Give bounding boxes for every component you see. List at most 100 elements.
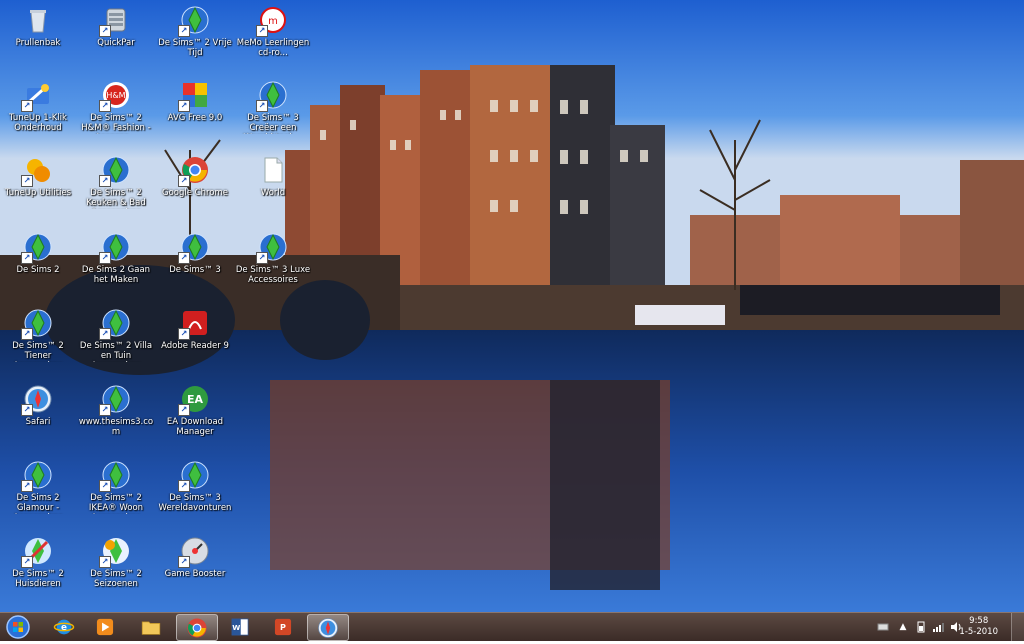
- desktop-icon[interactable]: ↗ De Sims™ 2 Seizoenen: [78, 536, 154, 608]
- windows-logo-icon: [6, 615, 30, 639]
- desktop-icon[interactable]: ↗ Adobe Reader 9: [157, 308, 233, 380]
- shortcut-arrow-icon: ↗: [99, 556, 111, 568]
- taskbar-word[interactable]: W: [220, 614, 260, 639]
- desktop-icon-label: QuickPar: [97, 38, 135, 48]
- desktop-icon-label: De Sims™ 3 Creëer een Wereld tool ...: [243, 113, 302, 134]
- taskbar-internet-explorer[interactable]: e: [44, 614, 84, 639]
- desktop-icon-label: TuneUp Utilities: [4, 188, 72, 198]
- shortcut-arrow-icon: ↗: [178, 328, 190, 340]
- battery-icon[interactable]: [915, 621, 927, 633]
- shortcut-arrow-icon: ↗: [99, 328, 111, 340]
- desktop-icon[interactable]: ↗ De Sims™ 2 Huisdieren: [0, 536, 76, 608]
- start-button[interactable]: [3, 614, 33, 640]
- taskbar-media-player[interactable]: [85, 614, 125, 639]
- folder-icon: [141, 621, 161, 635]
- sims-seasons-icon: ↗: [99, 536, 131, 568]
- desktop-icon[interactable]: ↗De Sims 2 Glamour - Accessoires: [0, 460, 76, 532]
- desktop-icon[interactable]: EA ↗ EA Download Manager: [157, 384, 233, 456]
- sims-plumbob-icon: ↗: [178, 460, 210, 492]
- desktop-icon[interactable]: ↗ De Sims™ 2 Vrije Tijd: [157, 5, 233, 77]
- internet-explorer-icon: e: [53, 619, 75, 634]
- shortcut-arrow-icon: ↗: [178, 556, 190, 568]
- desktop-icon-label: Game Booster: [164, 569, 226, 579]
- sims-hm-icon: H&M ↗: [99, 80, 131, 112]
- desktop-icon[interactable]: ↗De Sims™ 2 Tiener Accessoires: [0, 308, 76, 380]
- desktop-icon-label: De Sims™ 2 Tiener Accessoires: [12, 341, 64, 362]
- desktop-icon[interactable]: ↗De Sims™ 2 Keuken & Bad Accessoires: [78, 155, 154, 227]
- sims-plumbob-icon: ↗: [21, 308, 53, 340]
- desktop-icon-label: De Sims 2 Glamour - Accessoires: [13, 493, 63, 514]
- desktop-icon[interactable]: ↗ Google Chrome: [157, 155, 233, 227]
- ea-icon: EA ↗: [178, 384, 210, 416]
- desktop-icon[interactable]: World: [235, 155, 311, 227]
- sims-plumbob-icon: ↗: [99, 155, 131, 187]
- shortcut-arrow-icon: ↗: [21, 100, 33, 112]
- desktop-icon[interactable]: ↗ www.thesims3.com: [78, 384, 154, 456]
- recycle-bin-icon: [23, 5, 53, 35]
- desktop-icon[interactable]: H&M↗De Sims™ 2 H&M® Fashion - Accesso...: [78, 80, 154, 152]
- desktop-icon[interactable]: ↗ AVG Free 9.0: [157, 80, 233, 152]
- chrome-icon: [187, 617, 207, 638]
- desktop-icon-label: De Sims™ 3 Luxe Accessoires: [235, 265, 311, 285]
- desktop-icon-label: De Sims 2 Gaan het Maken: [81, 265, 151, 285]
- desktop-icon[interactable]: ↗ TuneUp 1-Klik Onderhoud: [0, 80, 76, 152]
- desktop-icon-label: EA Download Manager: [166, 417, 224, 437]
- desktop-icon-label: MeMo Leerlingen cd-ro...: [236, 38, 310, 58]
- desktop-icon-label: De Sims™ 3: [169, 265, 221, 275]
- sims-plumbob-icon: ↗: [99, 460, 131, 492]
- desktop-icon[interactable]: ↗ Safari: [0, 384, 76, 456]
- shortcut-arrow-icon: ↗: [178, 25, 190, 37]
- svg-text:H&M: H&M: [106, 91, 125, 100]
- shortcut-arrow-icon: ↗: [99, 25, 111, 37]
- desktop-icon-label: De Sims™ 2 Villa en Tuin Accessoires: [79, 341, 153, 362]
- desktop-icon[interactable]: ↗ De Sims™ 3: [157, 232, 233, 304]
- desktop-icon[interactable]: ↗ De Sims 2: [0, 232, 76, 304]
- desktop-icon[interactable]: ↗ De Sims 2 Gaan het Maken: [78, 232, 154, 304]
- shortcut-arrow-icon: ↗: [178, 404, 190, 416]
- taskbar-safari[interactable]: [307, 614, 349, 641]
- svg-text:W: W: [232, 622, 240, 631]
- network-icon[interactable]: [877, 621, 889, 633]
- shortcut-arrow-icon: ↗: [178, 100, 190, 112]
- shortcut-arrow-icon: ↗: [178, 252, 190, 264]
- shortcut-arrow-icon: ↗: [99, 175, 111, 187]
- desktop-icon[interactable]: Prullenbak: [0, 5, 76, 77]
- shortcut-arrow-icon: ↗: [99, 100, 111, 112]
- desktop-icon[interactable]: ↗ QuickPar: [78, 5, 154, 77]
- desktop-icon-label: De Sims™ 2 Huisdieren: [12, 569, 64, 589]
- shortcut-arrow-icon: ↗: [21, 556, 33, 568]
- sims-plumbob-icon: ↗: [256, 80, 288, 112]
- desktop-icon-label: De Sims 2: [16, 265, 60, 275]
- svg-text:m: m: [268, 16, 278, 27]
- memo-icon: m ↗: [256, 5, 288, 37]
- signal-icon[interactable]: [932, 621, 944, 633]
- shortcut-arrow-icon: ↗: [21, 328, 33, 340]
- desktop-icon[interactable]: ↗ TuneUp Utilities: [0, 155, 76, 227]
- media-player-icon: [96, 618, 114, 635]
- desktop-icon[interactable]: ↗ De Sims™ 3 Wereldavonturen: [157, 460, 233, 532]
- desktop-icon-label: Prullenbak: [15, 38, 61, 48]
- safari-compass-icon: ↗: [21, 384, 53, 416]
- desktop-icon-label: De Sims™ 2 IKEA® Woon Accessoires: [88, 493, 144, 514]
- desktop-icon[interactable]: m ↗ MeMo Leerlingen cd-ro...: [235, 5, 311, 77]
- desktop-icon[interactable]: ↗De Sims™ 2 Villa en Tuin Accessoires: [78, 308, 154, 380]
- taskbar-chrome[interactable]: [176, 614, 218, 641]
- document-icon: [258, 155, 288, 185]
- shortcut-arrow-icon: ↗: [21, 480, 33, 492]
- desktop-icon[interactable]: ↗ Game Booster: [157, 536, 233, 608]
- sims-plumbob-icon: ↗: [178, 5, 210, 37]
- show-hidden-icons-icon[interactable]: ▲: [897, 621, 909, 633]
- sims-plumbob-icon: ↗: [21, 232, 53, 264]
- desktop-icon[interactable]: ↗ De Sims™ 3 Luxe Accessoires: [235, 232, 311, 304]
- desktop-icon[interactable]: ↗De Sims™ 2 IKEA® Woon Accessoires: [78, 460, 154, 532]
- clock[interactable]: 9:58 1-5-2010: [959, 616, 998, 638]
- chrome-icon: ↗: [178, 155, 210, 187]
- show-desktop-button[interactable]: [1011, 613, 1024, 641]
- desktop-icon[interactable]: ↗De Sims™ 3 Creëer een Wereld tool ...: [235, 80, 311, 152]
- shortcut-arrow-icon: ↗: [21, 252, 33, 264]
- sims-plumbob-icon: ↗: [21, 460, 53, 492]
- shortcut-arrow-icon: ↗: [99, 480, 111, 492]
- taskbar-powerpoint[interactable]: P: [263, 614, 303, 639]
- svg-text:e: e: [61, 622, 67, 632]
- taskbar-explorer[interactable]: [131, 614, 171, 639]
